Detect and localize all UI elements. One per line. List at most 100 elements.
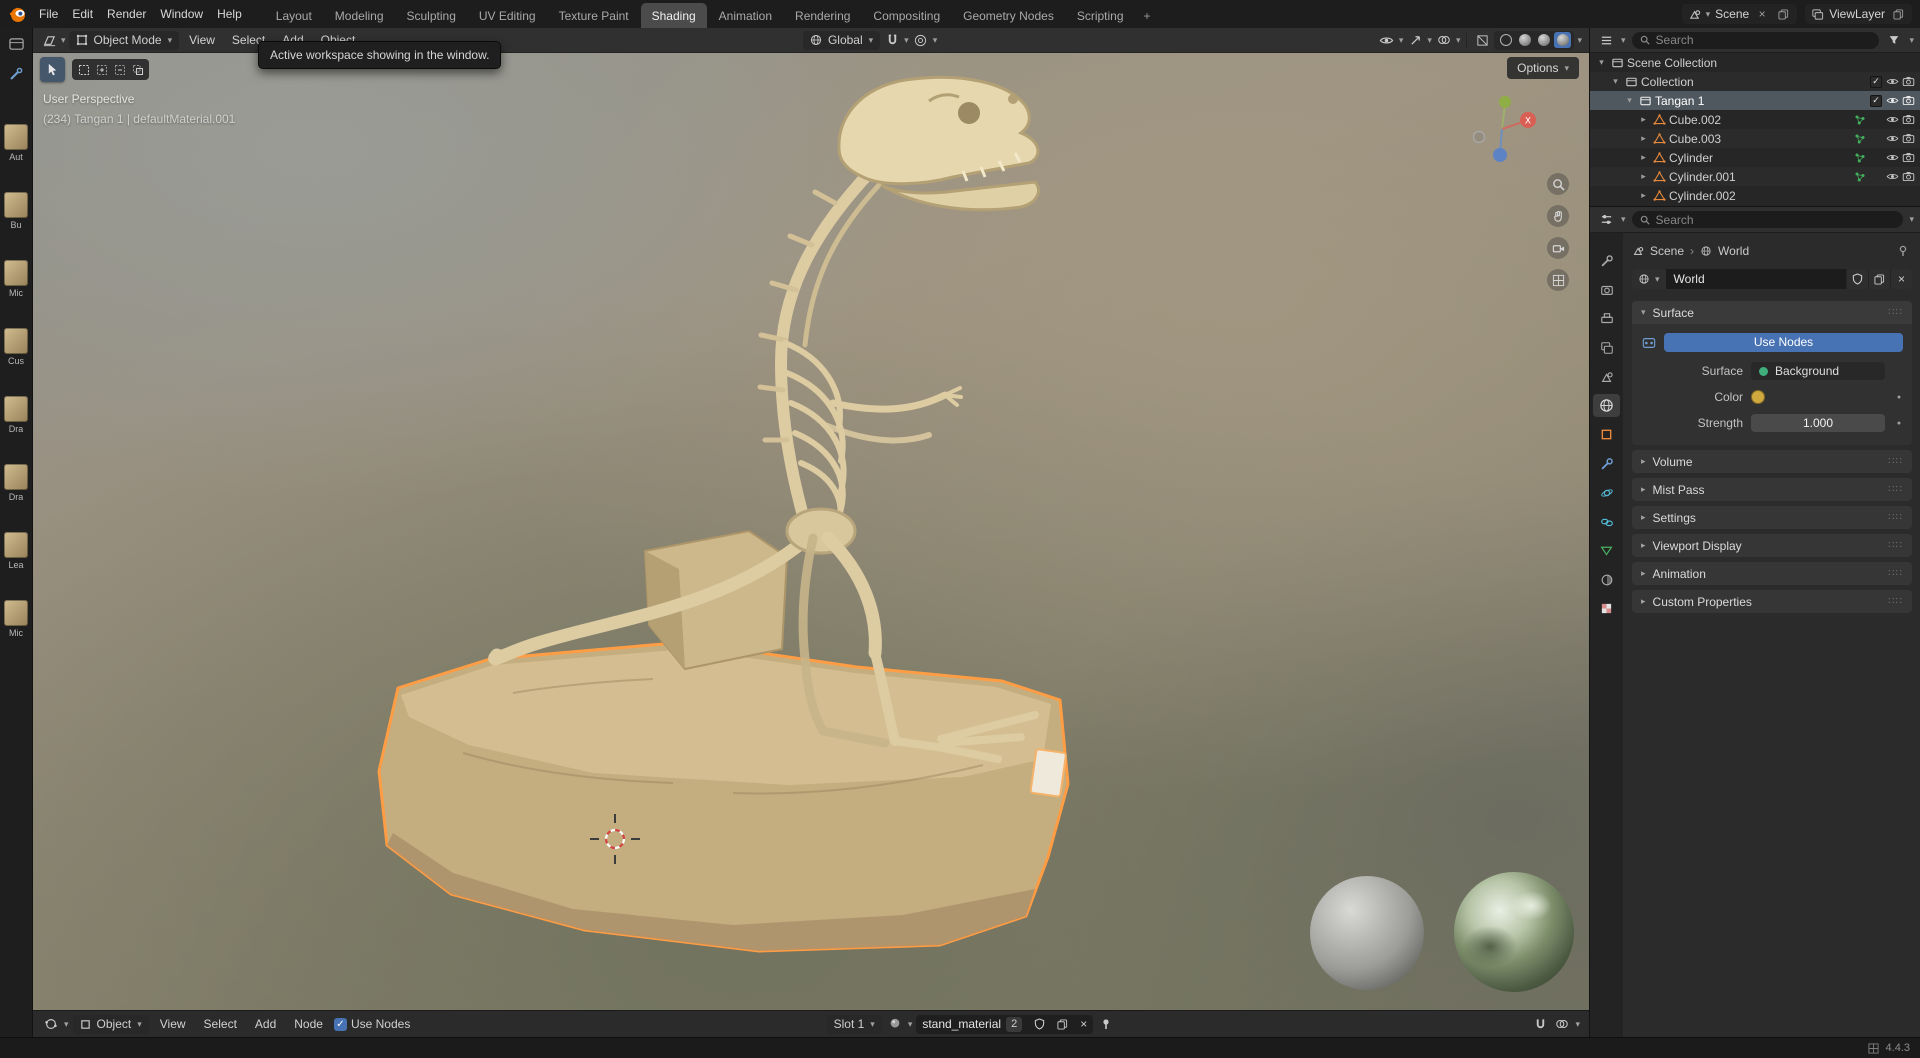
shading-wireframe-icon[interactable] (1497, 32, 1514, 48)
select-mode-extend-icon[interactable] (94, 62, 109, 77)
editor-type-3d-viewport-icon[interactable] (40, 31, 58, 49)
chevron-down-icon[interactable]: ▾ (1575, 1020, 1580, 1029)
outliner-search-input[interactable]: Search (1632, 32, 1880, 49)
surface-panel-header[interactable]: ▾ Surface ∷∷ (1632, 301, 1912, 324)
chevron-down-icon[interactable]: ▾ (1577, 36, 1582, 45)
panel-grip-icon[interactable]: ∷∷ (1888, 307, 1903, 318)
chevron-down-icon[interactable]: ▾ (1909, 215, 1914, 224)
chevron-down-icon[interactable]: ▾ (61, 36, 66, 45)
hide-eye-toggle[interactable] (1884, 93, 1900, 108)
disable-render-toggle[interactable] (1900, 131, 1916, 146)
keyframe-dot-icon[interactable]: ● (1893, 420, 1905, 427)
unlink-material-icon[interactable]: × (1074, 1015, 1093, 1034)
unlink-world-icon[interactable]: × (1890, 269, 1912, 289)
panel-grip-icon[interactable]: ∷∷ (1888, 540, 1903, 551)
browse-material-icon[interactable] (886, 1015, 904, 1033)
tab-uv-editing[interactable]: UV Editing (468, 3, 547, 28)
outliner-row-cube-003[interactable]: ▸ Cube.003 (1590, 129, 1920, 148)
panel-grip-icon[interactable]: ∷∷ (1888, 596, 1903, 607)
duplicate-material-icon[interactable] (1051, 1015, 1074, 1034)
new-scene-icon[interactable] (1775, 6, 1791, 22)
output-properties-icon[interactable] (1593, 307, 1620, 330)
caret-right-icon[interactable]: ▸ (1636, 152, 1651, 163)
viewport-menu-view[interactable]: View (182, 31, 222, 49)
render-properties-icon[interactable] (1593, 278, 1620, 301)
screwdriver-icon[interactable] (6, 64, 26, 84)
hide-eye-toggle[interactable] (1884, 131, 1900, 146)
shader-menu-node[interactable]: Node (287, 1015, 330, 1033)
outliner-row-collection[interactable]: ▾ Collection ✓ (1590, 72, 1920, 91)
shader-type-dropdown[interactable]: Object ▾ (73, 1015, 149, 1034)
pin-icon[interactable] (1097, 1015, 1115, 1033)
hide-eye-toggle[interactable] (1884, 150, 1900, 165)
panel-grip-icon[interactable]: ∷∷ (1888, 456, 1903, 467)
menu-help[interactable]: Help (210, 4, 249, 24)
filter-funnel-icon[interactable] (1885, 31, 1903, 49)
modifier-properties-icon[interactable] (1593, 452, 1620, 475)
scene-properties-icon[interactable] (1593, 365, 1620, 388)
chevron-down-icon[interactable]: ▾ (1427, 36, 1432, 45)
blender-logo-icon[interactable] (8, 4, 28, 24)
editor-type-shader-icon[interactable] (42, 1015, 60, 1033)
snap-node-icon[interactable] (1531, 1015, 1549, 1033)
shader-menu-view[interactable]: View (153, 1015, 193, 1033)
add-workspace-button[interactable]: + (1136, 3, 1159, 28)
proportional-editing-icon[interactable] (912, 31, 930, 49)
tool-properties-icon[interactable] (1593, 249, 1620, 272)
viewport-canvas[interactable]: User Perspective (234) Tangan 1 | defaul… (33, 53, 1589, 1010)
editor-corner-icon[interactable] (6, 34, 26, 54)
mode-dropdown[interactable]: Object Mode ▾ (69, 31, 180, 50)
constraints-properties-icon[interactable] (1593, 510, 1620, 533)
fake-user-shield-icon[interactable] (1846, 269, 1868, 289)
outliner-display-mode-icon[interactable] (1597, 31, 1615, 49)
collection-checkbox[interactable]: ✓ (1870, 95, 1882, 107)
disable-render-toggle[interactable] (1900, 150, 1916, 165)
keyframe-dot-icon[interactable]: ● (1893, 394, 1905, 401)
outliner-row-cylinder[interactable]: ▸ Cylinder (1590, 148, 1920, 167)
slot-dropdown[interactable]: Slot 1 ▾ (827, 1015, 882, 1034)
snap-magnet-icon[interactable] (883, 31, 901, 49)
chevron-down-icon[interactable]: ▾ (1399, 36, 1404, 45)
xray-toggle-icon[interactable] (1473, 31, 1491, 49)
disable-render-toggle[interactable] (1900, 74, 1916, 89)
physics-properties-icon[interactable] (1593, 481, 1620, 504)
asset-item[interactable]: Mic (4, 260, 28, 298)
caret-right-icon[interactable]: ▸ (1636, 114, 1651, 125)
tab-modeling[interactable]: Modeling (324, 3, 395, 28)
new-viewlayer-icon[interactable] (1890, 6, 1906, 22)
shader-menu-select[interactable]: Select (197, 1015, 244, 1033)
panel-header[interactable]: ▸ Viewport Display ∷∷ (1632, 534, 1912, 557)
use-nodes-button[interactable]: Use Nodes (1664, 333, 1903, 352)
tab-shading[interactable]: Shading (641, 3, 707, 28)
panel-grip-icon[interactable]: ∷∷ (1888, 484, 1903, 495)
properties-search-input[interactable]: Search (1632, 211, 1904, 228)
select-mode-subtract-icon[interactable] (112, 62, 127, 77)
navigation-gizmo[interactable]: X (1465, 91, 1539, 165)
caret-right-icon[interactable]: ▸ (1636, 171, 1651, 182)
select-mode-intersect-icon[interactable] (130, 62, 145, 77)
chevron-down-icon[interactable]: ▾ (1621, 215, 1626, 224)
shader-menu-add[interactable]: Add (248, 1015, 283, 1033)
shading-solid-icon[interactable] (1516, 32, 1533, 48)
chevron-down-icon[interactable]: ▾ (64, 1020, 69, 1029)
panel-header[interactable]: ▸ Settings ∷∷ (1632, 506, 1912, 529)
tweak-select-tool-button[interactable] (40, 57, 65, 82)
view-layer-properties-icon[interactable] (1593, 336, 1620, 359)
disable-render-toggle[interactable] (1900, 93, 1916, 108)
strength-slider[interactable]: 1.000 (1751, 414, 1885, 432)
world-name-field[interactable]: World (1666, 269, 1846, 289)
chevron-down-icon[interactable]: ▾ (933, 36, 938, 45)
options-dropdown[interactable]: Options ▾ (1507, 57, 1579, 79)
editor-type-properties-icon[interactable] (1597, 211, 1615, 229)
disable-render-toggle[interactable] (1900, 169, 1916, 184)
world-properties-icon[interactable] (1593, 394, 1620, 417)
caret-down-icon[interactable]: ▾ (1622, 95, 1637, 106)
select-mode-new-icon[interactable] (76, 62, 91, 77)
material-properties-icon[interactable] (1593, 568, 1620, 591)
pin-icon[interactable] (1894, 242, 1912, 260)
menu-file[interactable]: File (32, 4, 65, 24)
tab-geometry-nodes[interactable]: Geometry Nodes (952, 3, 1065, 28)
tab-compositing[interactable]: Compositing (862, 3, 951, 28)
chevron-down-icon[interactable]: ▾ (1909, 36, 1914, 45)
overlays-toggle-icon[interactable] (1435, 31, 1453, 49)
